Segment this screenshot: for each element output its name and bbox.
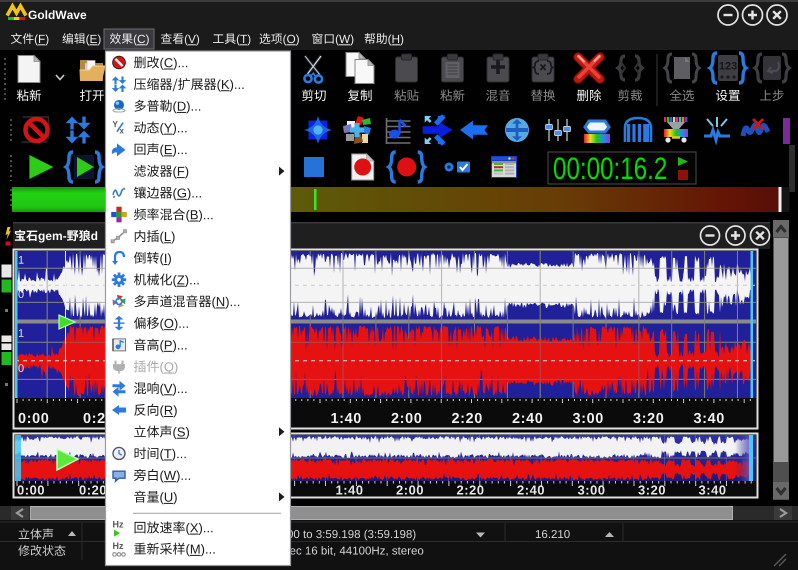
svg-text:Hz: Hz [113, 520, 124, 530]
svg-text:123: 123 [719, 61, 737, 73]
svg-text:x: x [120, 127, 125, 136]
svg-text:Hz: Hz [113, 541, 124, 551]
svg-text:Y: Y [113, 120, 119, 129]
